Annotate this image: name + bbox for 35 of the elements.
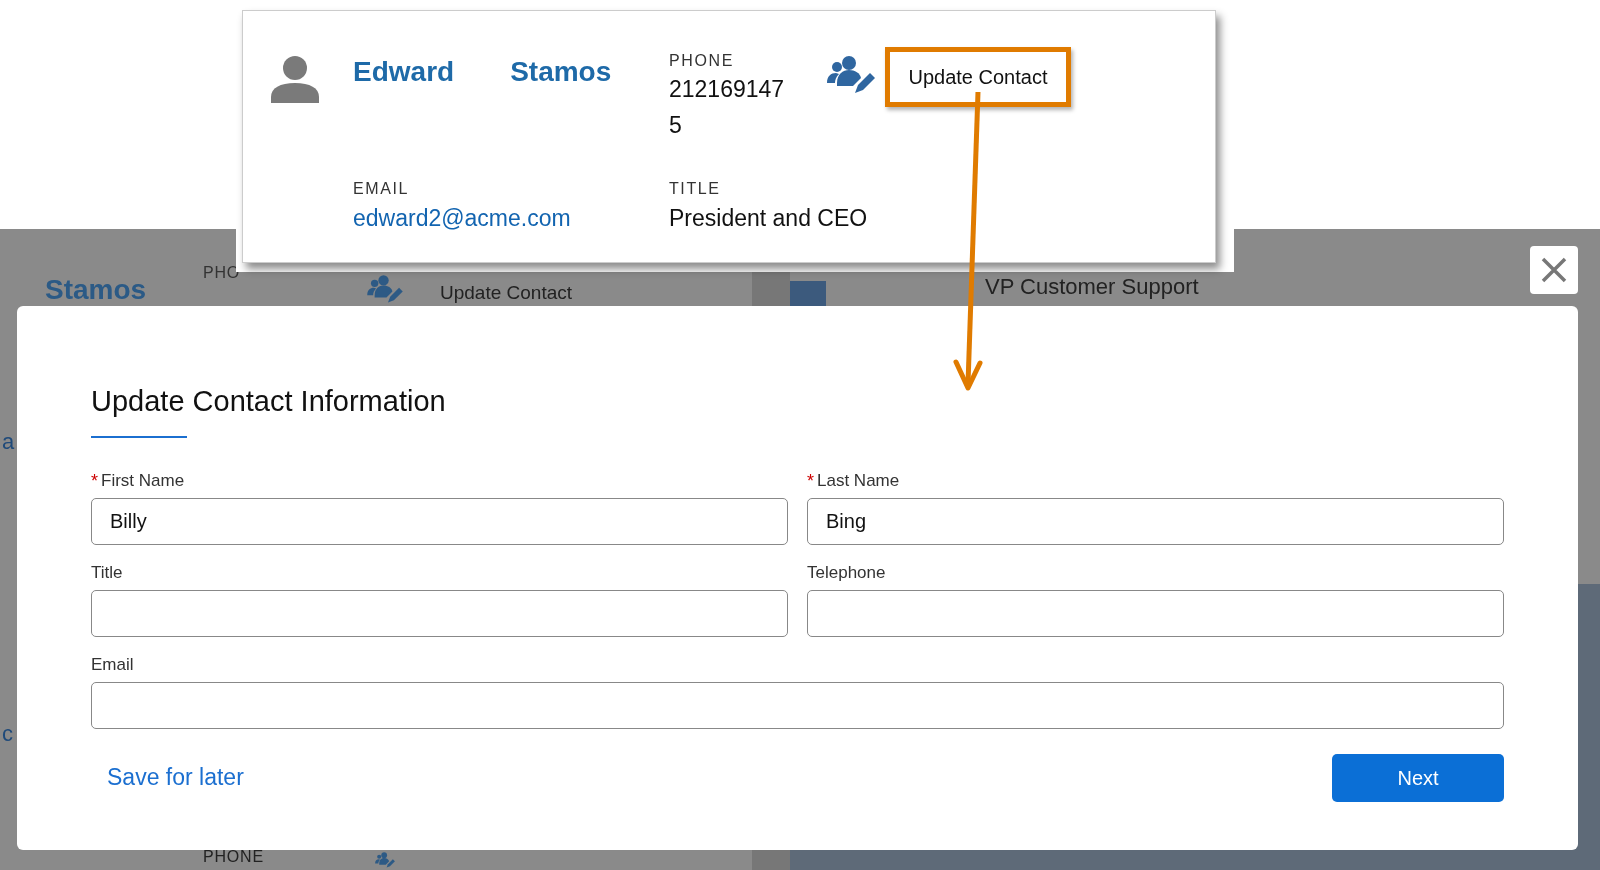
text-field[interactable]: Billy xyxy=(91,497,788,545)
phone-number: 5 xyxy=(669,111,682,140)
close-button[interactable] xyxy=(1530,246,1578,294)
update-contact-button[interactable]: Update Contact xyxy=(885,47,1071,107)
close-icon xyxy=(1540,256,1568,284)
avatar-square xyxy=(790,281,826,309)
title-label: TITLE xyxy=(669,179,721,199)
field-label: Last Name xyxy=(817,469,900,492)
field-label: Title xyxy=(91,561,123,584)
text-field[interactable] xyxy=(807,589,1504,637)
required-mark: * xyxy=(91,471,98,490)
text-field[interactable] xyxy=(91,681,1504,729)
field-label: Telephone xyxy=(807,561,886,584)
text-field[interactable]: Bing xyxy=(807,497,1504,545)
person-icon xyxy=(271,55,319,103)
page-text: c xyxy=(2,720,13,748)
save-for-later-link[interactable]: Save for later xyxy=(107,760,244,795)
contact-title: President and CEO xyxy=(669,204,868,233)
contact-name: Stamos xyxy=(45,273,147,307)
modal-title: Update Contact Information xyxy=(91,384,446,419)
required-mark: * xyxy=(807,471,814,490)
page-text: a xyxy=(2,428,15,456)
update-contact-link[interactable]: Update Contact xyxy=(440,279,573,308)
contact-title: VP Customer Support xyxy=(985,275,1199,299)
field-label: First Name xyxy=(101,469,185,492)
phone-label: PHONE xyxy=(669,51,734,71)
phone-label: PHONE xyxy=(203,848,264,866)
next-button[interactable]: Next xyxy=(1332,753,1504,802)
email-link[interactable]: edward2@acme.com xyxy=(353,203,571,233)
field-label: Email xyxy=(91,653,134,676)
last-name: Stamos xyxy=(510,55,612,89)
phone-number: 212169147 xyxy=(669,75,785,104)
email-label: EMAIL xyxy=(353,179,409,199)
text-field[interactable] xyxy=(91,589,788,637)
first-name: Edward xyxy=(353,55,455,89)
